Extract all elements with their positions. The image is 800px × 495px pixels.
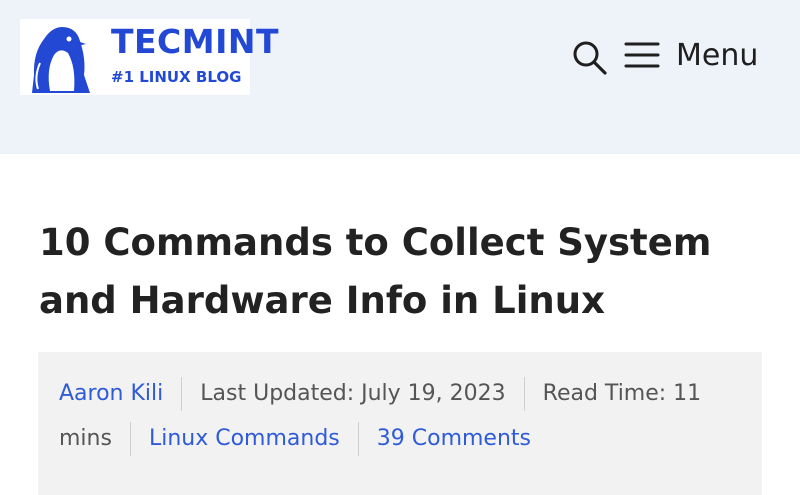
article-title: 10 Commands to Collect System and Hardwa… bbox=[39, 221, 712, 322]
search-icon bbox=[573, 41, 607, 75]
logo-name: TECMINT bbox=[111, 22, 280, 61]
meta-line-1: Aaron Kili Last Updated: July 19, 2023 Rea… bbox=[59, 377, 701, 411]
meta-divider bbox=[129, 422, 131, 456]
read-time-unit: mins bbox=[59, 426, 112, 451]
hamburger-icon bbox=[624, 42, 660, 68]
site-header: TECMINT #1 LINUX BLOG Menu bbox=[0, 0, 800, 154]
last-updated: Last Updated: July 19, 2023 bbox=[200, 381, 506, 406]
article-meta: Aaron Kili Last Updated: July 19, 2023 Rea… bbox=[38, 352, 762, 495]
meta-divider bbox=[523, 377, 525, 411]
meta-divider bbox=[181, 377, 183, 411]
category-link[interactable]: Linux Commands bbox=[149, 426, 340, 451]
meta-line-2: mins Linux Commands 39 Comments bbox=[59, 422, 531, 456]
comments-link[interactable]: 39 Comments bbox=[377, 426, 531, 451]
penguin-logo-icon bbox=[32, 27, 90, 93]
menu-label: Menu bbox=[676, 38, 759, 73]
search-button[interactable] bbox=[570, 38, 608, 76]
read-time: Read Time: 11 bbox=[542, 381, 702, 406]
author-link[interactable]: Aaron Kili bbox=[59, 381, 163, 406]
meta-divider bbox=[357, 422, 359, 456]
logo-tagline: #1 LINUX BLOG bbox=[111, 68, 242, 86]
site-logo[interactable]: TECMINT #1 LINUX BLOG bbox=[20, 19, 279, 95]
